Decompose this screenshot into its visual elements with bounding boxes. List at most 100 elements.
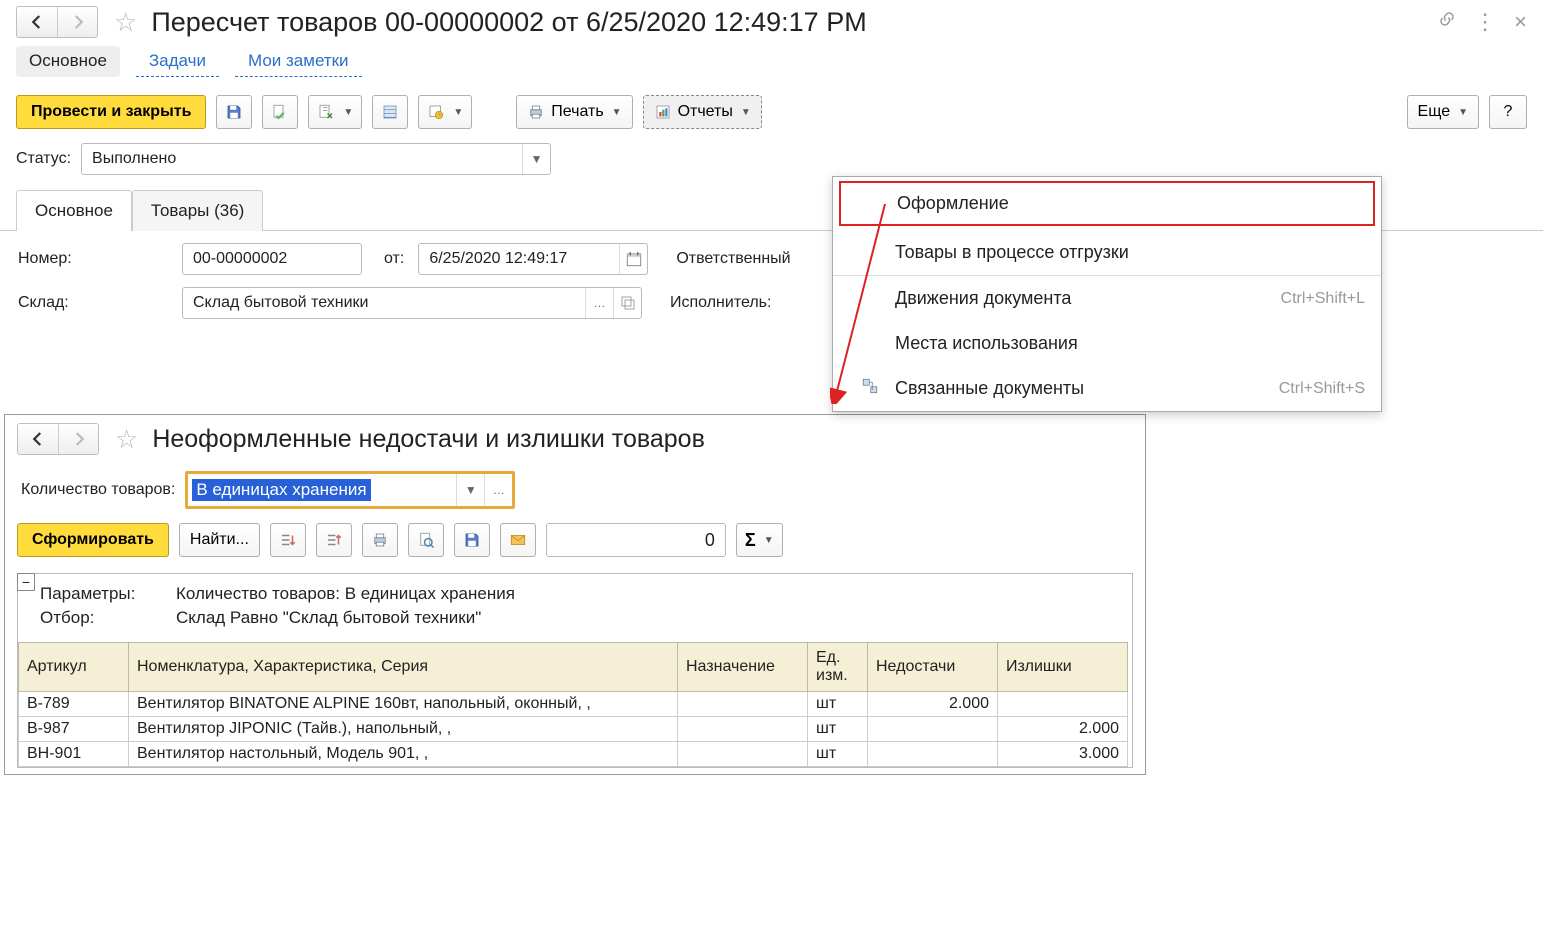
email-button[interactable] — [500, 523, 536, 557]
number-label: Номер: — [18, 250, 168, 268]
print-label: Печать — [551, 103, 603, 121]
process-button[interactable]: ▼ — [418, 95, 472, 129]
table-row[interactable]: BH-901Вентилятор настольный, Модель 901,… — [19, 742, 1128, 767]
count-value: 0 — [705, 530, 715, 551]
star-icon[interactable]: ☆ — [114, 7, 137, 38]
nav-notes[interactable]: Мои заметки — [235, 46, 362, 77]
col-shortage: Недостачи — [868, 643, 998, 692]
back-button[interactable] — [17, 7, 57, 37]
filter-label: Отбор: — [40, 608, 166, 628]
col-surplus: Излишки — [998, 643, 1128, 692]
count-input[interactable]: 0 — [546, 523, 726, 557]
open-icon[interactable] — [613, 288, 641, 318]
collapse-levels-button[interactable] — [316, 523, 352, 557]
warehouse-input[interactable]: Склад бытовой техники … — [182, 287, 642, 319]
cell-name: Вентилятор настольный, Модель 901, , — [129, 742, 678, 767]
cell-purpose — [678, 742, 808, 767]
print-button[interactable]: Печать ▼ — [516, 95, 632, 129]
cell-shortage — [868, 717, 998, 742]
cell-article: BH-901 — [19, 742, 129, 767]
calendar-icon[interactable] — [619, 244, 647, 274]
nav-buttons — [16, 6, 98, 38]
cell-article: B-987 — [19, 717, 129, 742]
col-article: Артикул — [19, 643, 129, 692]
help-button[interactable]: ? — [1489, 95, 1527, 129]
reports-button[interactable]: Отчеты ▼ — [643, 95, 762, 129]
generate-button[interactable]: Сформировать — [17, 523, 169, 557]
filter-value: Склад Равно "Склад бытовой техники" — [176, 608, 481, 628]
chevron-down-icon[interactable]: ▼ — [522, 144, 550, 174]
qty-label: Количество товаров: — [21, 481, 175, 499]
menu-item-label: Оформление — [897, 193, 1009, 214]
date-input[interactable]: 6/25/2020 12:49:17 — [418, 243, 648, 275]
expand-levels-button[interactable] — [270, 523, 306, 557]
number-value: 00-00000002 — [183, 250, 297, 268]
edit-order-button[interactable]: ▼ — [308, 95, 362, 129]
menu-item-shipping-goods[interactable]: Товары в процессе отгрузки — [833, 230, 1381, 275]
report-title: Неоформленные недостачи и излишки товаро… — [152, 425, 705, 454]
cell-purpose — [678, 692, 808, 717]
tab-goods[interactable]: Товары (36) — [132, 190, 263, 231]
date-value: 6/25/2020 12:49:17 — [419, 250, 619, 268]
link-icon[interactable] — [1438, 10, 1456, 34]
reports-menu: Оформление Товары в процессе отгрузки Дв… — [832, 176, 1382, 412]
cell-name: Вентилятор BINATONE ALPINE 160вт, наполь… — [129, 692, 678, 717]
ellipsis-icon[interactable]: … — [585, 288, 613, 318]
nav-main[interactable]: Основное — [16, 46, 120, 77]
cell-surplus: 2.000 — [998, 717, 1128, 742]
tab-main[interactable]: Основное — [16, 190, 132, 231]
table-row[interactable]: B-987Вентилятор JIPONIC (Тайв.), напольн… — [19, 717, 1128, 742]
report-print-button[interactable] — [362, 523, 398, 557]
date-label: от: — [384, 250, 404, 268]
report-save-button[interactable] — [454, 523, 490, 557]
list-button[interactable] — [372, 95, 408, 129]
find-button[interactable]: Найти... — [179, 523, 260, 557]
forward-button[interactable] — [57, 7, 97, 37]
menu-item-label: Товары в процессе отгрузки — [895, 242, 1129, 263]
menu-item-design[interactable]: Оформление — [839, 181, 1375, 226]
report-back-button[interactable] — [18, 424, 58, 454]
chevron-down-icon[interactable]: ▼ — [456, 474, 484, 506]
menu-item-label: Движения документа — [895, 288, 1071, 309]
page-title: Пересчет товаров 00-00000002 от 6/25/202… — [151, 7, 866, 38]
post-and-close-button[interactable]: Провести и закрыть — [16, 95, 206, 129]
cell-purpose — [678, 717, 808, 742]
status-value: Выполнено — [82, 150, 522, 168]
responsible-label: Ответственный — [676, 250, 790, 268]
col-unit: Ед. изм. — [808, 643, 868, 692]
preview-button[interactable] — [408, 523, 444, 557]
close-icon[interactable]: × — [1514, 9, 1527, 35]
cell-surplus — [998, 692, 1128, 717]
warehouse-value: Склад бытовой техники — [183, 294, 585, 312]
nav-tasks[interactable]: Задачи — [136, 46, 219, 77]
qty-input[interactable]: В единицах хранения ▼ … — [185, 471, 515, 509]
cell-article: B-789 — [19, 692, 129, 717]
status-label: Статус: — [16, 150, 71, 168]
col-name: Номенклатура, Характеристика, Серия — [129, 643, 678, 692]
cell-unit: шт — [808, 742, 868, 767]
number-input[interactable]: 00-00000002 — [182, 243, 362, 275]
ellipsis-icon[interactable]: … — [484, 474, 512, 506]
more-button[interactable]: Еще ▼ — [1407, 95, 1479, 129]
menu-item-usage[interactable]: Места использования — [833, 321, 1381, 366]
status-input[interactable]: Выполнено ▼ — [81, 143, 551, 175]
collapse-icon[interactable]: − — [17, 573, 35, 591]
menu-item-movements[interactable]: Движения документа Ctrl+Shift+L — [833, 276, 1381, 321]
qty-value: В единицах хранения — [192, 479, 370, 501]
star-icon[interactable]: ☆ — [115, 424, 138, 455]
sum-button[interactable]: Σ ▼ — [736, 523, 783, 557]
warehouse-label: Склад: — [18, 294, 168, 312]
params-label: Параметры: — [40, 584, 166, 604]
post-button[interactable] — [262, 95, 298, 129]
report-nav-buttons — [17, 423, 99, 455]
report-forward-button[interactable] — [58, 424, 98, 454]
save-button[interactable] — [216, 95, 252, 129]
cell-shortage — [868, 742, 998, 767]
table-row[interactable]: B-789Вентилятор BINATONE ALPINE 160вт, н… — [19, 692, 1128, 717]
more-label: Еще — [1418, 103, 1451, 121]
cell-unit: шт — [808, 717, 868, 742]
menu-item-related-docs[interactable]: Связанные документы Ctrl+Shift+S — [833, 366, 1381, 411]
menu-item-label: Места использования — [895, 333, 1078, 354]
kebab-icon[interactable]: ⋮ — [1474, 9, 1496, 35]
params-value: Количество товаров: В единицах хранения — [176, 584, 515, 604]
